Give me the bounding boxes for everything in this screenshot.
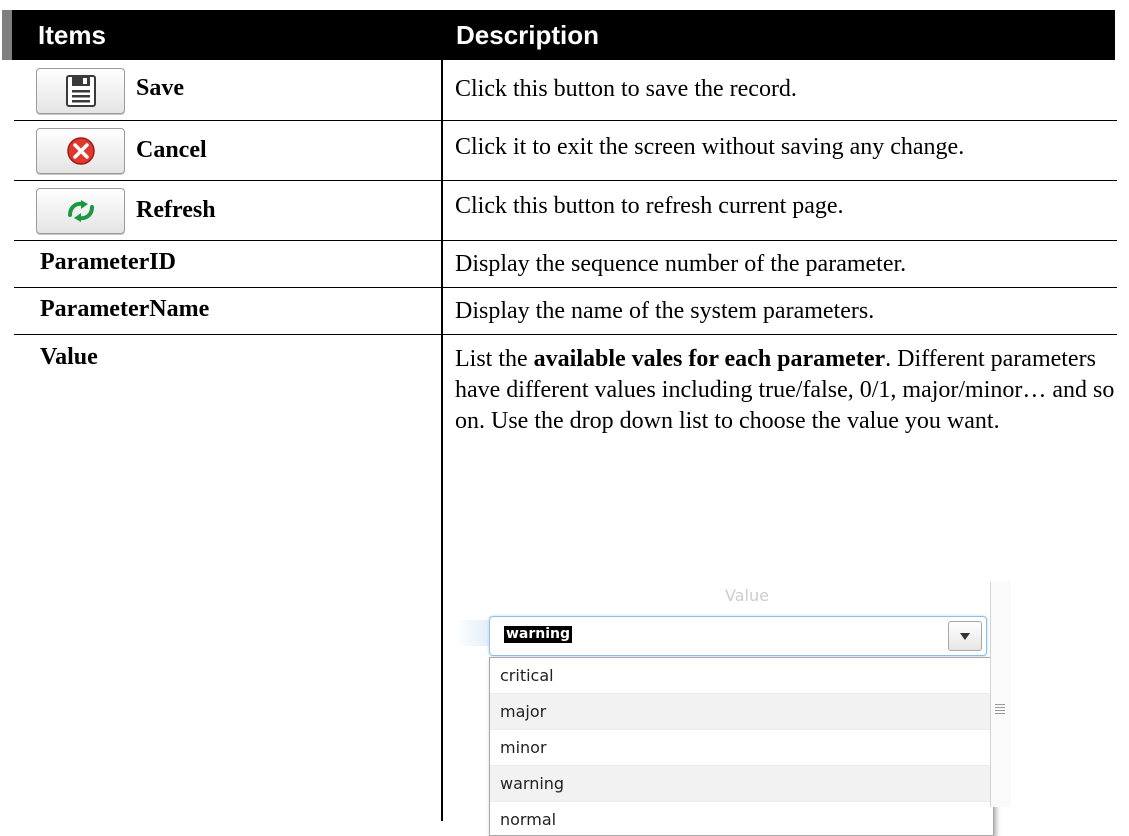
refresh-description: Click this button to refresh current pag… bbox=[455, 193, 844, 219]
refresh-icon bbox=[67, 200, 94, 222]
parameterid-description: Display the sequence number of the param… bbox=[455, 251, 907, 277]
value-description-emphasis: available vales for each parameter bbox=[533, 346, 886, 372]
cancel-icon bbox=[66, 137, 95, 165]
value-select[interactable]: warning bbox=[489, 616, 987, 656]
parametername-label: ParameterName bbox=[40, 296, 210, 322]
value-dropdown-illustration: Value warning false critical major minor… bbox=[455, 582, 1035, 836]
scrollbar-grip-icon bbox=[995, 704, 1005, 716]
save-label: Save bbox=[136, 75, 184, 101]
dropdown-option-major[interactable]: major bbox=[490, 694, 993, 730]
refresh-label: Refresh bbox=[136, 197, 216, 223]
table-header: Items Description bbox=[12, 10, 1115, 60]
cancel-label: Cancel bbox=[136, 137, 207, 163]
table-row-save: Save Click this button to save the recor… bbox=[0, 60, 1129, 120]
value-label: Value bbox=[40, 344, 98, 370]
header-shadow bbox=[2, 10, 12, 60]
save-button[interactable] bbox=[36, 68, 125, 114]
table-row-cancel: Cancel Click it to exit the screen witho… bbox=[0, 120, 1129, 180]
table-row-parametername: ParameterName Display the name of the sy… bbox=[0, 287, 1129, 334]
save-description: Click this button to save the record. bbox=[455, 76, 797, 102]
dropdown-options-list: critical major minor warning normal bbox=[489, 657, 994, 836]
parameterid-label: ParameterID bbox=[40, 249, 176, 275]
dropdown-option-warning[interactable]: warning bbox=[490, 766, 993, 802]
dropdown-option-critical[interactable]: critical bbox=[490, 658, 993, 694]
cancel-button[interactable] bbox=[36, 128, 125, 174]
dropdown-option-minor[interactable]: minor bbox=[490, 730, 993, 766]
selected-value: warning bbox=[504, 626, 573, 643]
value-column-header-faded: Value bbox=[725, 586, 769, 605]
chevron-down-icon[interactable] bbox=[948, 621, 982, 651]
table-row-parameterid: ParameterID Display the sequence number … bbox=[0, 240, 1129, 287]
refresh-button[interactable] bbox=[36, 188, 125, 234]
value-description-lead: List the bbox=[455, 346, 534, 372]
value-description: List the available vales for each parame… bbox=[455, 344, 1120, 437]
row-highlight bbox=[455, 620, 489, 646]
parametername-description: Display the name of the system parameter… bbox=[455, 298, 875, 324]
table-row-refresh: Refresh Click this button to refresh cur… bbox=[0, 180, 1129, 240]
description-column-header: Description bbox=[456, 20, 600, 50]
save-icon bbox=[65, 75, 96, 107]
items-column-header: Items bbox=[38, 20, 106, 50]
scrollbar[interactable] bbox=[990, 582, 1011, 807]
cancel-description: Click it to exit the screen without savi… bbox=[455, 134, 965, 160]
dropdown-option-normal[interactable]: normal bbox=[490, 802, 993, 835]
